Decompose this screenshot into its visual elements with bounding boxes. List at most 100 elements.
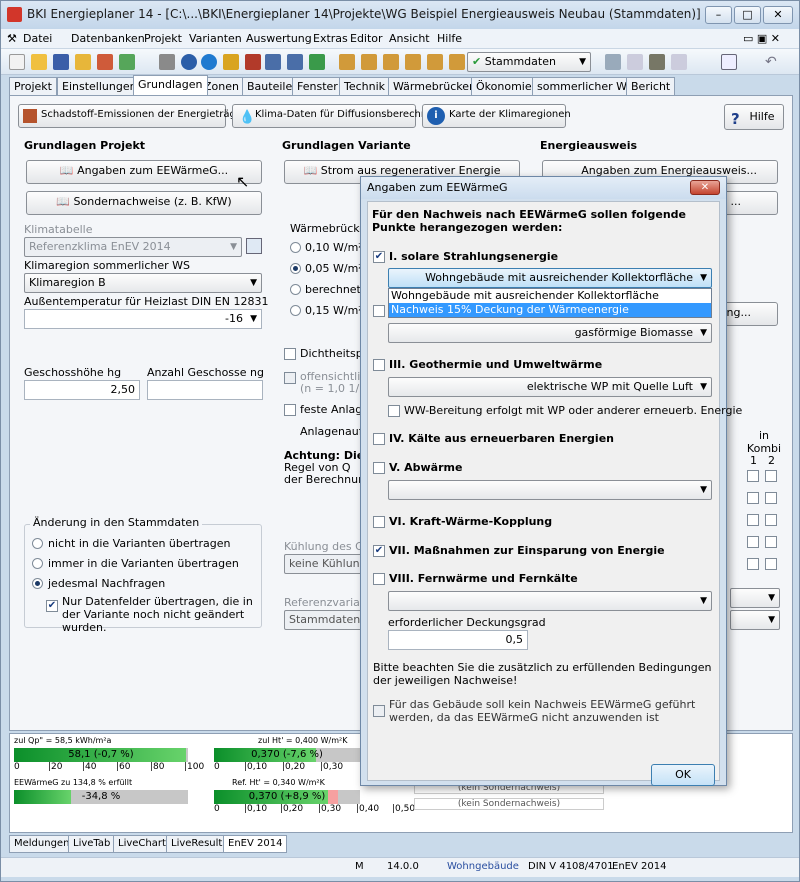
- solar-checkbox[interactable]: ✔: [373, 251, 385, 263]
- b-icon[interactable]: [627, 54, 643, 70]
- menu-editor[interactable]: Editor: [350, 32, 383, 45]
- klima-select[interactable]: Referenzklima EnEV 2014 ▼: [24, 237, 242, 257]
- ref-variant-select[interactable]: Stammdaten: [284, 610, 368, 630]
- region-select[interactable]: Klimaregion B ▼: [24, 273, 262, 293]
- close-button[interactable]: ✕: [763, 6, 793, 24]
- kombi-2-row-5[interactable]: [765, 558, 777, 570]
- copy-icon[interactable]: [605, 54, 621, 70]
- cooling-select[interactable]: keine Kühlung: [284, 554, 368, 574]
- energy-select-2[interactable]: ▼: [730, 610, 780, 630]
- eewg-button[interactable]: 📖 Angaben zum EEWärmeG...: [26, 160, 262, 184]
- tab-bauteile[interactable]: Bauteile: [242, 77, 298, 95]
- tab-meldungen[interactable]: Meldungen: [9, 835, 75, 853]
- kombi-2-row-2[interactable]: [765, 492, 777, 504]
- kombi-2-row-4[interactable]: [765, 536, 777, 548]
- house4-icon[interactable]: [405, 54, 421, 70]
- undo-icon[interactable]: ↶: [765, 54, 781, 70]
- s-icon[interactable]: [671, 54, 687, 70]
- solar-option-selected[interactable]: Nachweis 15% Deckung der Wärmeenergie: [389, 303, 711, 317]
- menu-extras[interactable]: Extras: [313, 32, 348, 45]
- window-icon[interactable]: [721, 54, 737, 70]
- save-icon[interactable]: [53, 54, 69, 70]
- tab-projekt[interactable]: Projekt: [9, 77, 57, 95]
- biomass-checkbox[interactable]: [373, 305, 385, 317]
- kombi-1-row-1[interactable]: [747, 470, 759, 482]
- district-heat-select[interactable]: ▼: [388, 591, 712, 611]
- key-icon[interactable]: [223, 54, 239, 70]
- house-icon[interactable]: [339, 54, 355, 70]
- new-icon[interactable]: [9, 54, 25, 70]
- tab-enev-2014[interactable]: EnEV 2014: [223, 835, 288, 853]
- radio-wb-015[interactable]: [290, 305, 301, 316]
- fixed-systems-checkbox[interactable]: [284, 404, 296, 416]
- radio-always-transfer[interactable]: [32, 558, 43, 569]
- menu-projekt[interactable]: Projekt: [144, 32, 182, 45]
- table-picker-icon[interactable]: [246, 238, 262, 254]
- tab-bericht[interactable]: Bericht: [626, 77, 676, 95]
- menu-varianten[interactable]: Varianten: [189, 32, 242, 45]
- minimize-button[interactable]: –: [705, 6, 732, 24]
- climate-button[interactable]: 💧 Klima-Daten für Diffusionsberechnung: [232, 104, 446, 128]
- tab-sommerlicher-ws[interactable]: sommerlicher WS: [532, 77, 639, 95]
- help-button[interactable]: ? Hilfe: [724, 104, 784, 130]
- radio-wb-005[interactable]: [290, 263, 301, 274]
- maximize-button[interactable]: □: [734, 6, 761, 24]
- tab-livechart[interactable]: LiveChart: [113, 835, 171, 853]
- table-icon[interactable]: [265, 54, 281, 70]
- storey-count-field[interactable]: [147, 380, 263, 400]
- savings-checkbox[interactable]: ✔: [373, 545, 385, 557]
- geothermal-select[interactable]: elektrische WP mit Quelle Luft ▼: [388, 377, 712, 397]
- no-eewg-checkbox[interactable]: [373, 705, 385, 717]
- radio-wb-010[interactable]: [290, 242, 301, 253]
- variant-select[interactable]: ✔ Stammdaten ▼: [467, 52, 591, 72]
- folder-icon[interactable]: [75, 54, 91, 70]
- menu-auswertung[interactable]: Auswertung: [246, 32, 312, 45]
- hat-icon[interactable]: [649, 54, 665, 70]
- map-button[interactable]: i Karte der Klimaregionen: [422, 104, 571, 128]
- export-icon[interactable]: [97, 54, 113, 70]
- refresh-icon[interactable]: [119, 54, 135, 70]
- special-proof-button[interactable]: 📖 Sondernachweise (z. B. KfW): [26, 191, 262, 215]
- menu-hilfe[interactable]: Hilfe: [437, 32, 462, 45]
- open-icon[interactable]: [31, 54, 47, 70]
- menu-ansicht[interactable]: Ansicht: [389, 32, 430, 45]
- radio-ask[interactable]: [32, 578, 43, 589]
- coverage-field[interactable]: 0,5: [388, 630, 528, 650]
- ww-heatpump-checkbox[interactable]: [388, 405, 400, 417]
- grid-icon[interactable]: [287, 54, 303, 70]
- kombi-1-row-4[interactable]: [747, 536, 759, 548]
- tab-livetab[interactable]: LiveTab: [68, 835, 116, 853]
- info-icon[interactable]: [201, 54, 217, 70]
- energy-select-1[interactable]: ▼: [730, 588, 780, 608]
- tab-fenster[interactable]: Fenster: [292, 77, 343, 95]
- waste-heat-select[interactable]: ▼: [388, 480, 712, 500]
- temp-field[interactable]: -16 ▼: [24, 309, 262, 329]
- offen-checkbox[interactable]: [284, 372, 296, 384]
- radio-not-transfer[interactable]: [32, 538, 43, 549]
- mdi-buttons[interactable]: ▭ ▣ ✕: [743, 32, 780, 45]
- house6-icon[interactable]: [449, 54, 465, 70]
- emissions-button[interactable]: Schadstoff-Emissionen der Energieträger: [18, 104, 246, 128]
- radio-wb-calc[interactable]: [290, 284, 301, 295]
- kombi-1-row-5[interactable]: [747, 558, 759, 570]
- house3-icon[interactable]: [383, 54, 399, 70]
- tab-einstellungen[interactable]: Einstellungen: [57, 77, 142, 95]
- solar-option[interactable]: Wohngebäude mit ausreichender Kollektorf…: [389, 289, 711, 303]
- menu-datei[interactable]: Datei: [23, 32, 52, 45]
- geothermal-checkbox[interactable]: [373, 359, 385, 371]
- tab-oekonomie[interactable]: Ökonomie: [471, 77, 537, 95]
- dialog-close-button[interactable]: ✕: [690, 180, 720, 195]
- waste-heat-checkbox[interactable]: [373, 462, 385, 474]
- tab-technik[interactable]: Technik: [339, 77, 391, 95]
- help-icon[interactable]: [181, 54, 197, 70]
- kombi-2-row-1[interactable]: [765, 470, 777, 482]
- only-unchanged-checkbox[interactable]: ✔: [46, 600, 58, 612]
- kombi-1-row-3[interactable]: [747, 514, 759, 526]
- menu-datenbanken[interactable]: Datenbanken: [71, 32, 145, 45]
- district-heat-checkbox[interactable]: [373, 573, 385, 585]
- house5-icon[interactable]: [427, 54, 443, 70]
- tab-grundlagen[interactable]: Grundlagen: [133, 75, 208, 95]
- cold-checkbox[interactable]: [373, 433, 385, 445]
- solar-select[interactable]: Wohngebäude mit ausreichender Kollektorf…: [388, 268, 712, 288]
- ok-button[interactable]: OK: [651, 764, 715, 786]
